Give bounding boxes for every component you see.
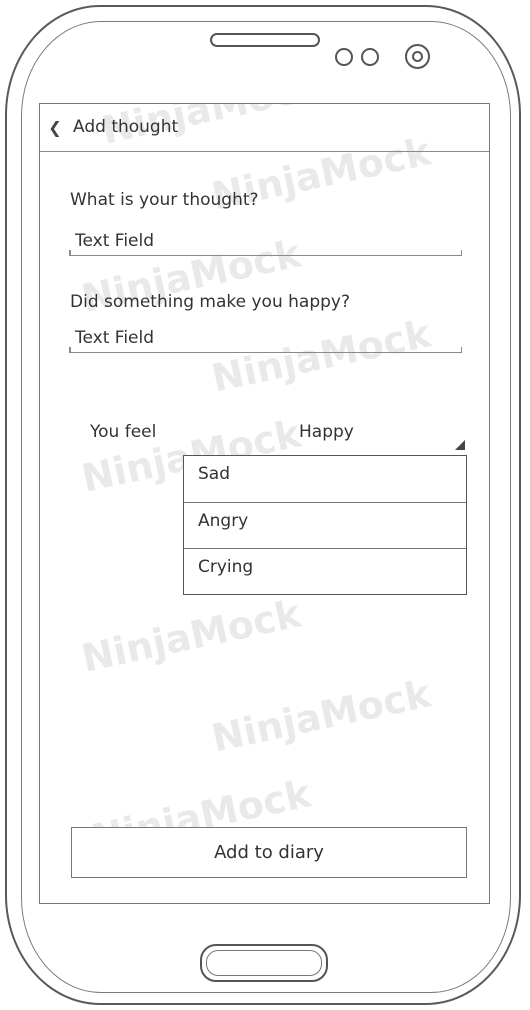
mood-select-value: Happy [299, 422, 354, 442]
mood-option-crying[interactable]: Crying [184, 548, 466, 594]
sensor-icon [361, 48, 379, 66]
thought-label: What is your thought? [70, 190, 259, 210]
watermark: NinjaMock [77, 591, 305, 681]
mood-option-sad[interactable]: Sad [184, 456, 466, 502]
thought-input-value: Text Field [75, 231, 155, 251]
mood-label: You feel [90, 422, 157, 442]
mood-option-angry[interactable]: Angry [184, 502, 466, 548]
home-button[interactable] [200, 944, 328, 982]
earpiece-speaker [210, 33, 320, 47]
dropdown-arrow-icon [455, 440, 465, 450]
happy-label: Did something make you happy? [70, 292, 350, 312]
watermark: NinjaMock [207, 671, 435, 761]
screen: NinjaMock NinjaMock NinjaMock NinjaMock … [39, 103, 490, 904]
happy-input-value: Text Field [75, 328, 155, 348]
sensor-icon [335, 48, 353, 66]
thought-input[interactable]: Text Field [69, 224, 462, 256]
mood-select[interactable]: Happy [295, 420, 467, 452]
happy-input[interactable]: Text Field [69, 321, 462, 353]
camera-icon [405, 44, 430, 69]
add-to-diary-button[interactable]: Add to diary [71, 827, 467, 878]
chevron-left-icon[interactable]: ❮ [46, 118, 64, 138]
page-title: Add thought [73, 117, 179, 137]
app-bar: ❮ Add thought [40, 104, 489, 152]
mood-dropdown: Sad Angry Crying [183, 455, 467, 595]
